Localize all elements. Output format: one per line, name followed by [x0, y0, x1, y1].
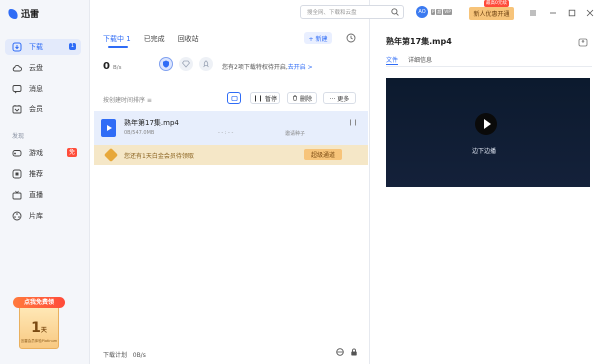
select-icon	[231, 95, 237, 101]
sort-selector[interactable]: 按创建时间排序 ≡	[103, 95, 152, 104]
search-input[interactable]: 搜全网、下载和云盘	[300, 5, 404, 19]
tab-downloading[interactable]: 下载中 1	[103, 34, 131, 44]
task-file-name: 熟年第17集.mp4	[124, 119, 179, 127]
browser-icon[interactable]	[336, 348, 344, 356]
app-logo: 迅雷	[7, 7, 40, 20]
vip-icon	[12, 104, 22, 114]
share-icon[interactable]	[578, 37, 588, 47]
download-icon	[12, 42, 22, 52]
sidebar-item-vip[interactable]: 会员	[5, 101, 81, 117]
detail-title: 熟年第17集.mp4	[386, 37, 452, 46]
detail-tabs: 文件 详细信息	[386, 55, 432, 64]
vip-level-tags: P 超 VIP	[431, 9, 452, 15]
video-file-icon	[101, 119, 116, 137]
renew-discount-tag: 最高0元续	[484, 0, 509, 7]
sidebar-item-label: 游戏	[29, 149, 43, 157]
select-mode-button[interactable]	[227, 92, 241, 104]
divider	[386, 66, 592, 67]
download-speed: 0 B/s	[103, 61, 122, 72]
promo-card: 1天 迅雷会员体验Platinum	[19, 305, 59, 349]
sidebar-item-label: 直播	[29, 191, 43, 199]
super-channel-button[interactable]: 超级通道	[304, 149, 342, 160]
pause-button[interactable]: ❙❙ 暂停	[250, 92, 280, 104]
vip-trial-promo[interactable]: 1天 迅雷会员体验Platinum 点我免费领	[13, 297, 65, 349]
sidebar: 迅雷 下载 1 云盘 消息 会员 发现 游戏 免 推荐 直播 片库 1天 迅雷会…	[0, 0, 90, 364]
sidebar-item-message[interactable]: 消息	[5, 81, 81, 97]
sidebar-item-label: 消息	[29, 85, 43, 93]
promo-subtext: 迅雷会员体验Platinum	[20, 339, 58, 343]
trash-icon	[293, 95, 297, 101]
tab-details[interactable]: 详细信息	[408, 55, 432, 64]
search-icon	[391, 8, 399, 16]
minimize-icon[interactable]	[548, 8, 557, 17]
download-count-badge: 1	[68, 43, 76, 50]
menu-icon[interactable]	[528, 8, 537, 17]
lock-icon[interactable]	[350, 348, 358, 356]
vip-upsell-text: 您还有1天白金会员待领取	[124, 153, 194, 160]
detail-tab-indicator	[386, 64, 398, 65]
game-icon	[12, 148, 22, 158]
vip-renew-button[interactable]: 新人优惠开通	[469, 7, 514, 20]
maximize-icon[interactable]	[567, 8, 576, 17]
sidebar-item-recommend[interactable]: 推荐	[5, 166, 81, 182]
more-button[interactable]: ··· 更多	[323, 92, 356, 104]
task-remaining-time: - - : - -	[218, 130, 234, 136]
logo-icon	[7, 8, 19, 19]
task-pause-icon[interactable]: ❙❙	[348, 119, 358, 126]
cloud-icon	[12, 63, 22, 73]
discover-section-heading: 发现	[12, 133, 25, 140]
app-name: 迅雷	[21, 10, 40, 20]
history-icon[interactable]	[346, 33, 356, 43]
film-icon	[12, 211, 22, 221]
tab-recycle-bin[interactable]: 回收站	[178, 34, 199, 44]
free-badge: 免	[66, 148, 77, 157]
sidebar-item-label: 推荐	[29, 170, 43, 178]
privilege-diamond-icon[interactable]	[179, 57, 193, 71]
footer-speed: 0B/s	[132, 352, 146, 359]
new-task-button[interactable]: + 新建	[304, 32, 332, 44]
play-while-downloading-label: 边下边播	[472, 148, 497, 155]
sidebar-item-game[interactable]: 游戏 免	[5, 145, 81, 161]
download-tabs: 下载中 1 已完成 回收站	[103, 34, 199, 44]
pause-icon: ❙❙	[252, 94, 264, 102]
tab-completed[interactable]: 已完成	[144, 34, 165, 44]
tab-files[interactable]: 文件	[386, 55, 398, 64]
sidebar-item-label: 云盘	[29, 64, 43, 72]
sidebar-item-label: 会员	[29, 105, 43, 113]
delete-button[interactable]: 删除	[287, 92, 317, 104]
task-status: 邀请种子	[285, 131, 306, 137]
privilege-link[interactable]: 去开启 >	[288, 64, 313, 71]
promo-ribbon: 点我免费领	[13, 297, 65, 308]
download-plan[interactable]: 下载计划 0B/s	[103, 350, 146, 359]
privilege-rocket-icon[interactable]	[199, 57, 213, 71]
privilege-shield-icon[interactable]	[159, 57, 173, 71]
recommend-icon	[12, 169, 22, 179]
active-tab-indicator	[108, 46, 128, 48]
close-icon[interactable]	[585, 8, 594, 17]
avatar[interactable]: AO	[416, 6, 428, 18]
promo-day: 1天	[31, 320, 47, 336]
privilege-notice: 您有2项下载特权待开启,去开启 >	[222, 64, 313, 71]
download-panel	[90, 0, 370, 364]
sidebar-item-cloud[interactable]: 云盘	[5, 60, 81, 76]
live-icon	[12, 190, 22, 200]
sidebar-item-label: 下载	[29, 43, 43, 51]
task-progress-size: 0B/547.0MB	[124, 130, 155, 136]
message-icon	[12, 84, 22, 94]
sidebar-item-live[interactable]: 直播	[5, 187, 81, 203]
play-icon[interactable]	[475, 113, 497, 135]
sidebar-item-film[interactable]: 片库	[5, 208, 81, 224]
sidebar-item-label: 片库	[29, 212, 43, 220]
sidebar-item-download[interactable]: 下载 1	[5, 39, 81, 55]
